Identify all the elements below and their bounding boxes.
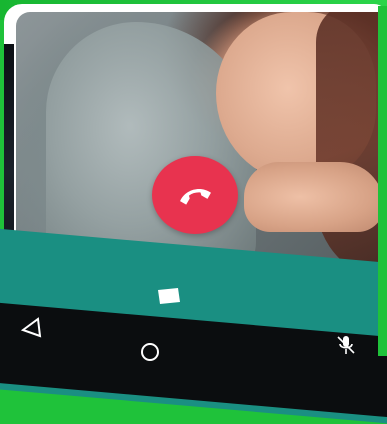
end-call-button[interactable] xyxy=(152,156,238,234)
message-icon xyxy=(158,288,180,304)
mic-off-icon xyxy=(337,336,355,354)
video-hair xyxy=(316,12,387,282)
chat-button[interactable] xyxy=(154,286,184,308)
home-circle-icon xyxy=(141,343,159,361)
back-triangle-icon xyxy=(20,317,42,338)
mute-button[interactable] xyxy=(334,334,358,356)
video-hand xyxy=(244,162,384,232)
phone-hangup-icon xyxy=(180,188,211,205)
nav-home-button[interactable] xyxy=(138,340,162,364)
background-green-right xyxy=(378,6,387,356)
nav-back-button[interactable] xyxy=(18,316,44,340)
